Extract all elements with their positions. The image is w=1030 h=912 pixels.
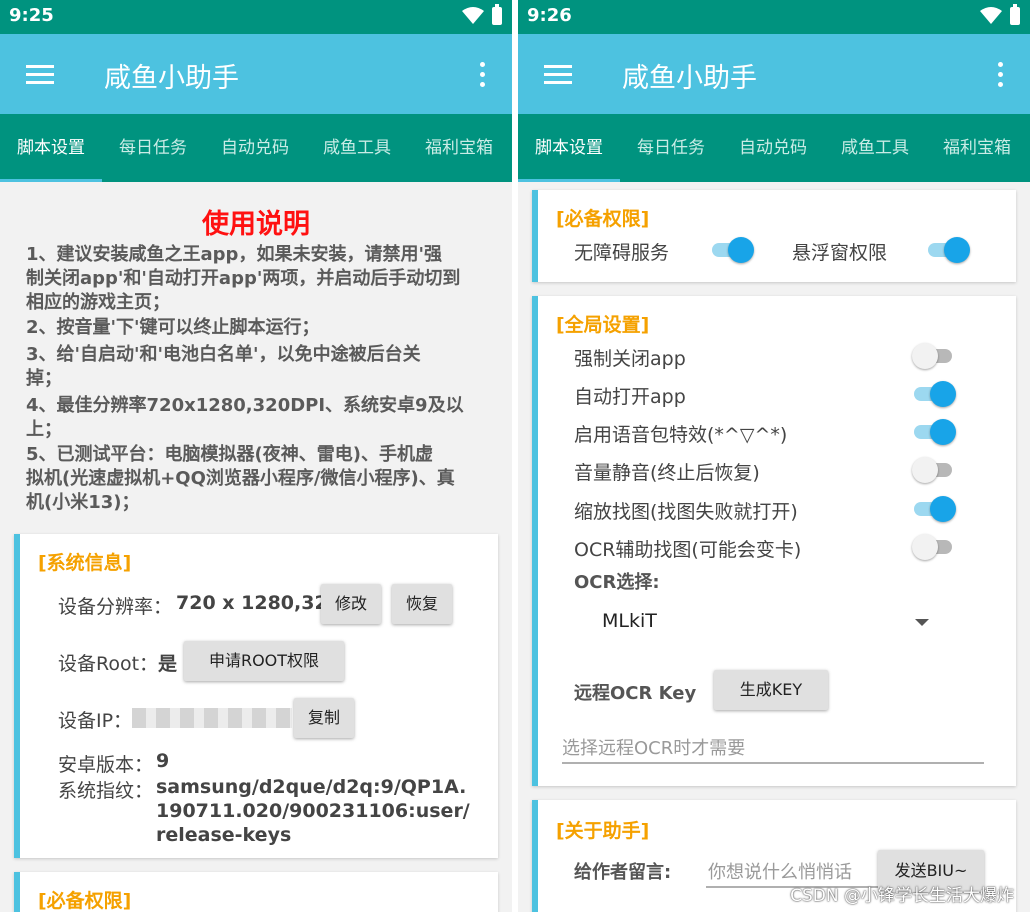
ocr-assist-label: OCR辅助找图(可能会变卡) — [574, 539, 802, 561]
tab-script-settings[interactable]: 脚本设置 — [0, 114, 102, 182]
about-title: [关于助手] — [556, 820, 650, 842]
status-bar: 9:26 — [518, 0, 1030, 34]
ocr-select-label: OCR选择: — [574, 572, 660, 593]
permissions-card: [必备权限] 无障碍服务 悬浮窗权限 — [532, 190, 1016, 282]
resolution-label: 设备分辨率： — [58, 596, 173, 618]
watermark: CSDN @小锋学长生活大爆炸 — [790, 886, 1014, 906]
tab-script-settings[interactable]: 脚本设置 — [518, 114, 620, 182]
usage-line: 2、按音量'下'键可以终止脚本运行； — [26, 317, 320, 338]
overlay-permission-label: 悬浮窗权限 — [792, 242, 888, 264]
battery-icon — [492, 4, 502, 25]
generate-key-button[interactable]: 生成KEY — [714, 670, 828, 710]
volume-mute-switch[interactable] — [912, 457, 956, 483]
ocr-engine-select[interactable]: MLkiT — [574, 600, 944, 644]
ip-label: 设备IP： — [58, 710, 133, 732]
root-label: 设备Root： — [58, 653, 159, 675]
accessibility-service-label: 无障碍服务 — [574, 242, 670, 264]
voice-pack-effect-switch[interactable] — [912, 419, 956, 445]
fingerprint-value: release-keys — [156, 824, 292, 846]
request-root-button[interactable]: 申请ROOT权限 — [184, 641, 344, 681]
tab-auto-redeem[interactable]: 自动兑码 — [204, 114, 306, 182]
usage-line: 制关闭app'和'自动打开app'两项，并启动后手动切到 — [26, 268, 461, 289]
tab-welfare-box[interactable]: 福利宝箱 — [926, 114, 1028, 182]
usage-line: 机(小米13)； — [26, 492, 140, 513]
android-version-value: 9 — [156, 750, 170, 772]
fingerprint-label: 系统指纹： — [58, 780, 154, 802]
fingerprint-value: samsung/d2que/d2q:9/QP1A. — [156, 776, 467, 798]
app-bar: 咸鱼小助手 — [0, 34, 512, 114]
status-time: 9:26 — [527, 5, 572, 26]
global-settings-title: [全局设置] — [556, 314, 650, 336]
android-version-label: 安卓版本： — [58, 754, 154, 776]
tab-daily-tasks[interactable]: 每日任务 — [620, 114, 722, 182]
zoom-find-image-switch[interactable] — [912, 496, 956, 522]
tab-tools[interactable]: 咸鱼工具 — [824, 114, 926, 182]
usage-title: 使用说明 — [202, 209, 310, 240]
more-options-icon[interactable] — [998, 62, 1004, 88]
tab-tools[interactable]: 咸鱼工具 — [306, 114, 408, 182]
auto-open-app-label: 自动打开app — [574, 386, 686, 408]
overlay-permission-switch[interactable] — [926, 237, 970, 263]
resolution-value: 720 x 1280,320 — [176, 592, 341, 614]
force-close-app-switch[interactable] — [912, 343, 956, 369]
fingerprint-value: 190711.020/900231106:user/ — [156, 800, 470, 822]
tab-bar: 脚本设置 每日任务 自动兑码 咸鱼工具 福利宝箱 — [0, 114, 512, 182]
voice-pack-effect-label: 启用语音包特效(*^▽^*) — [574, 424, 788, 446]
tab-daily-tasks[interactable]: 每日任务 — [102, 114, 204, 182]
tab-bar: 脚本设置 每日任务 自动兑码 咸鱼工具 福利宝箱 — [518, 114, 1030, 182]
menu-icon[interactable] — [26, 65, 54, 84]
permissions-title: [必备权限] — [38, 890, 132, 912]
accessibility-service-switch[interactable] — [710, 237, 754, 263]
ip-value-redacted — [132, 708, 292, 728]
force-close-app-label: 强制关闭app — [574, 348, 686, 370]
status-time: 9:25 — [9, 5, 54, 26]
zoom-find-image-label: 缩放找图(找图失败就打开) — [574, 501, 798, 523]
tab-auto-redeem[interactable]: 自动兑码 — [722, 114, 824, 182]
usage-line: 掉； — [26, 368, 62, 389]
usage-line: 拟机(光速虚拟机+QQ浏览器小程序/微信小程序)、真 — [26, 468, 455, 489]
usage-line: 3、给'自启动'和'电池白名单'，以免中途被后台关 — [26, 344, 421, 365]
usage-line: 相应的游戏主页； — [26, 292, 170, 313]
message-author-label: 给作者留言: — [574, 862, 672, 883]
tab-welfare-box[interactable]: 福利宝箱 — [408, 114, 510, 182]
wifi-icon — [462, 7, 484, 24]
remote-ocr-key-input[interactable]: 选择远程OCR时才需要 — [562, 728, 984, 764]
permissions-title: [必备权限] — [556, 208, 650, 230]
remote-ocr-key-label: 远程OCR Key — [574, 683, 697, 704]
volume-mute-label: 音量静音(终止后恢复) — [574, 462, 760, 484]
dropdown-arrow-icon — [915, 619, 929, 626]
app-title: 咸鱼小助手 — [104, 63, 239, 94]
battery-icon — [1010, 4, 1020, 25]
copy-ip-button[interactable]: 复制 — [294, 698, 354, 738]
system-info-title: [系统信息] — [38, 552, 132, 574]
left-screen: 9:25 咸鱼小助手 脚本设置 每日任务 自动兑码 咸鱼工具 福利宝箱 使用说明… — [0, 0, 512, 912]
ocr-engine-selected: MLkiT — [602, 610, 657, 632]
status-bar: 9:25 — [0, 0, 512, 34]
modify-button[interactable]: 修改 — [321, 584, 381, 624]
restore-button[interactable]: 恢复 — [392, 584, 452, 624]
app-title: 咸鱼小助手 — [622, 63, 757, 94]
menu-icon[interactable] — [544, 65, 572, 84]
content-area: [必备权限] 无障碍服务 悬浮窗权限 [全局设置] 强制关闭app 自动打开ap… — [518, 182, 1030, 912]
usage-line: 上； — [26, 419, 62, 440]
permissions-card: [必备权限] — [14, 872, 498, 912]
root-value: 是 — [158, 653, 178, 675]
more-options-icon[interactable] — [480, 62, 486, 88]
auto-open-app-switch[interactable] — [912, 381, 956, 407]
system-info-card: [系统信息] 设备分辨率： 720 x 1280,320 修改 恢复 设备Roo… — [14, 534, 498, 858]
content-area: 使用说明 1、建议安装咸鱼之王app，如果未安装，请禁用'强 制关闭app'和'… — [0, 182, 512, 912]
wifi-icon — [980, 7, 1002, 24]
usage-line: 4、最佳分辨率720x1280,320DPI、系统安卓9及以 — [26, 395, 464, 416]
app-bar: 咸鱼小助手 — [518, 34, 1030, 114]
global-settings-card: [全局设置] 强制关闭app 自动打开app 启用语音包特效(*^▽^*) 音量… — [532, 296, 1016, 786]
ocr-assist-switch[interactable] — [912, 534, 956, 560]
usage-line: 1、建议安装咸鱼之王app，如果未安装，请禁用'强 — [26, 244, 442, 265]
usage-line: 5、已测试平台：电脑模拟器(夜神、雷电)、手机虚 — [26, 444, 433, 465]
remote-ocr-key-placeholder: 选择远程OCR时才需要 — [562, 738, 746, 759]
right-screen: 9:26 咸鱼小助手 脚本设置 每日任务 自动兑码 咸鱼工具 福利宝箱 [必备权… — [518, 0, 1030, 912]
